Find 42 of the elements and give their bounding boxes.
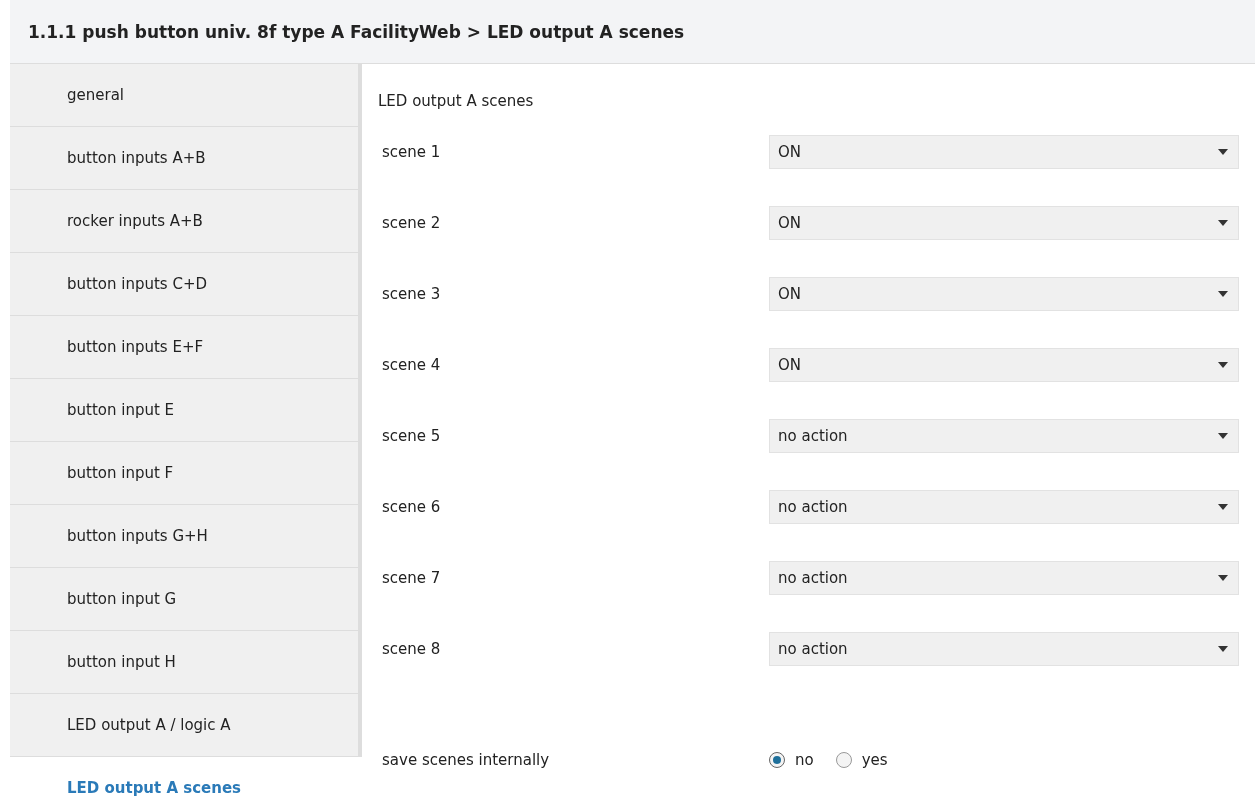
dropdown[interactable]: ON	[769, 134, 1239, 169]
radio-label[interactable]: no	[795, 751, 814, 769]
dropdown[interactable]: ON	[769, 347, 1239, 382]
caret-icon	[1218, 148, 1228, 155]
sidebar-item[interactable]: button input H	[10, 631, 358, 694]
dropdown[interactable]: no action	[769, 418, 1239, 453]
field-label: scene 1	[381, 142, 442, 161]
field-label: save scenes internally	[381, 751, 551, 769]
radio-button[interactable]	[835, 752, 852, 768]
field-label: scene 3	[381, 284, 442, 303]
dropdown[interactable]: no action	[769, 631, 1239, 666]
sidebar-item[interactable]: button inputs A+B	[10, 127, 358, 190]
sidebar-item[interactable]: button inputs E+F	[10, 316, 358, 379]
caret-icon	[1218, 219, 1228, 226]
field-label: scene 5	[381, 426, 442, 445]
sidebar-item[interactable]: button inputs C+D	[10, 253, 358, 316]
caret-icon	[1218, 574, 1228, 581]
page-title: 1.1.1 push button univ. 8f type A FacilityWeb > LED output A scenes	[28, 21, 685, 42]
dropdown[interactable]: ON	[769, 205, 1239, 240]
caret-icon	[1218, 645, 1228, 652]
dropdown[interactable]: no action	[769, 489, 1239, 524]
dropdown[interactable]: no action	[769, 560, 1239, 595]
field-label: scene 7	[381, 568, 442, 587]
caret-icon	[1218, 361, 1228, 368]
field-label: scene 4	[381, 355, 442, 374]
sidebar-item[interactable]: general	[10, 64, 358, 127]
radio-button[interactable]	[769, 752, 785, 768]
sidebar-item[interactable]: button input F	[10, 442, 358, 505]
sidebar-item[interactable]: LED output A / logic A	[10, 694, 358, 757]
caret-icon	[1218, 432, 1228, 439]
radio-label[interactable]: yes	[861, 751, 888, 769]
sidebar-item[interactable]: button input E	[10, 379, 358, 442]
caret-icon	[1218, 290, 1228, 297]
field-label: scene 6	[381, 497, 442, 516]
sidebar-item[interactable]: rocker inputs A+B	[10, 190, 358, 253]
field-label: scene 2	[381, 213, 442, 232]
sidebar-item[interactable]: button inputs G+H	[10, 505, 358, 568]
caret-icon	[1218, 503, 1228, 510]
dropdown[interactable]: ON	[769, 276, 1239, 311]
section-title: LED output A scenes	[378, 91, 535, 112]
field-label: scene 8	[381, 639, 442, 658]
sidebar-item[interactable]: button input G	[10, 568, 358, 631]
